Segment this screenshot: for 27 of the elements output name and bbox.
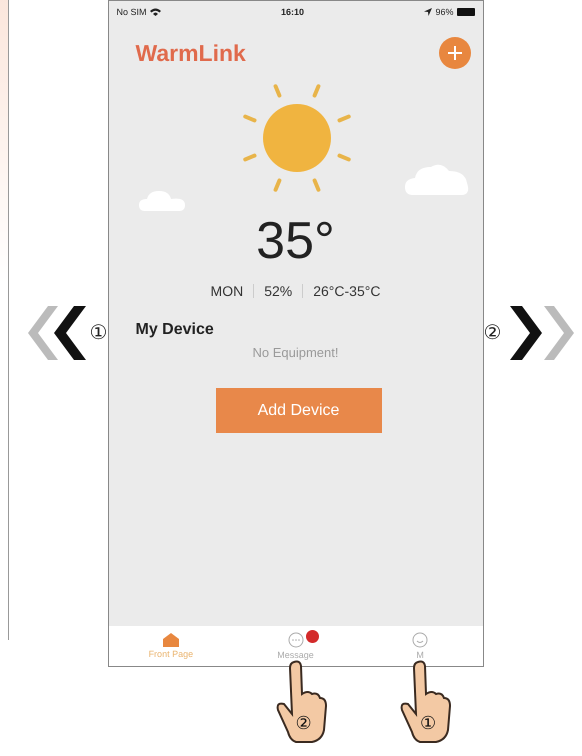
day-text: MON: [210, 283, 244, 299]
step-number: ②: [484, 322, 502, 342]
carrier-text: No SIM: [116, 7, 147, 17]
add-button[interactable]: [438, 37, 470, 69]
step-number: ①: [419, 712, 438, 734]
step-number: ②: [294, 712, 312, 734]
step-number: ①: [90, 322, 108, 342]
wifi-icon: [150, 8, 161, 16]
battery-icon: [456, 8, 474, 16]
pointing-hand-icon: [274, 660, 330, 744]
plus-icon: [446, 45, 462, 61]
temperature: 35°: [255, 215, 336, 267]
temperature-range: 26°C-35°C: [313, 283, 380, 299]
add-device-button[interactable]: Add Device: [216, 388, 382, 433]
tab-item[interactable]: Front Page: [148, 649, 194, 659]
home-icon: [162, 633, 179, 647]
humidity-text: 52%: [264, 283, 292, 299]
section-title: My Device: [134, 320, 215, 339]
app-title: WarmLink: [136, 40, 246, 66]
tab-item[interactable]: Message: [277, 650, 314, 660]
empty-message: No Equipment!: [252, 345, 340, 360]
clock-text: 16:10: [280, 7, 304, 17]
tab-item[interactable]: M: [416, 650, 424, 660]
smiley-icon: [412, 632, 428, 648]
chat-icon: [288, 632, 304, 648]
location-icon: [424, 8, 432, 16]
battery-text: 96%: [435, 7, 454, 17]
